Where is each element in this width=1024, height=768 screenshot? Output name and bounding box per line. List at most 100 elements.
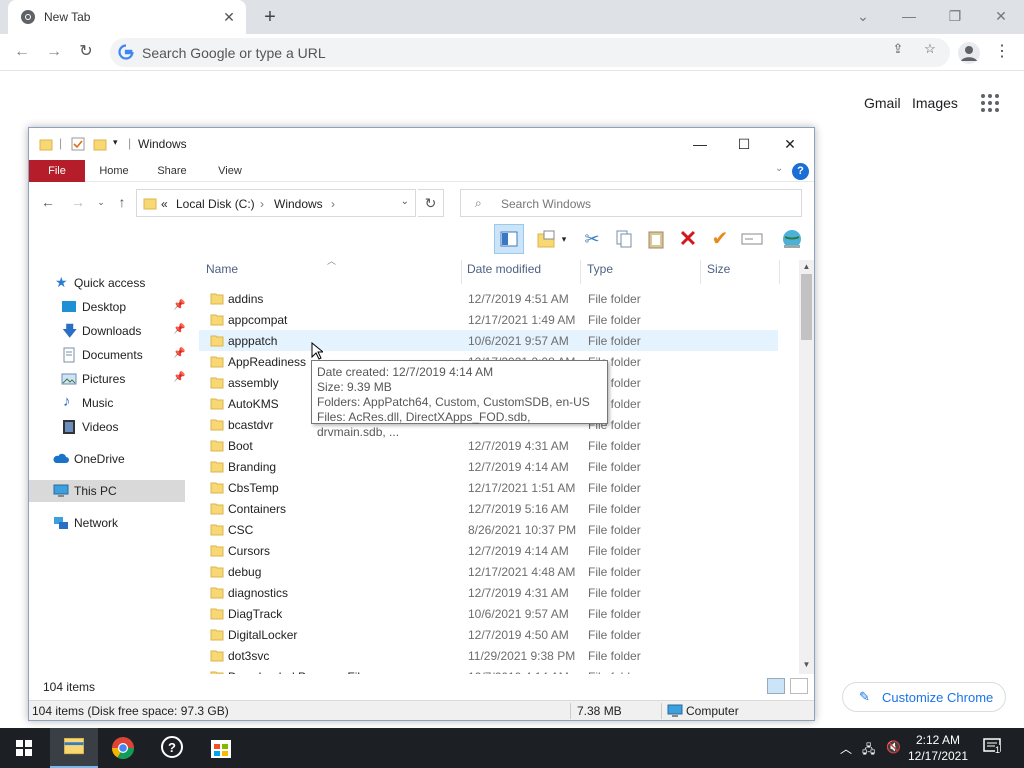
column-header-type[interactable]: Type	[587, 262, 613, 286]
taskbar-get-help[interactable]: ?	[148, 728, 196, 768]
column-header-date[interactable]: Date modified	[467, 262, 541, 286]
tab-search-icon[interactable]: ⌄	[851, 4, 875, 28]
table-row[interactable]: CSC 8/26/2021 10:37 PM File folder	[199, 519, 778, 540]
back-icon[interactable]: ←	[10, 40, 34, 64]
share-icon[interactable]: ⇪	[889, 40, 907, 58]
explorer-close-icon[interactable]: ✕	[776, 132, 804, 156]
help-icon[interactable]: ?	[792, 163, 809, 180]
preview-pane-icon[interactable]	[494, 224, 524, 254]
table-row[interactable]: Branding 12/7/2019 4:14 AM File folder	[199, 456, 778, 477]
profile-avatar-icon[interactable]	[958, 42, 980, 64]
table-row[interactable]: Cursors 12/7/2019 4:14 AM File folder	[199, 540, 778, 561]
address-bar[interactable]: « Local Disk (C:) › Windows › ⌄	[136, 189, 416, 217]
nav-desktop[interactable]: Desktop 📌	[29, 296, 189, 318]
breadcrumb-local-disk[interactable]: Local Disk (C:)	[176, 197, 255, 211]
forward-icon[interactable]: →	[42, 40, 66, 64]
customize-qat-icon[interactable]: ▾	[113, 137, 118, 148]
recent-locations-icon[interactable]: ⌄	[91, 192, 111, 212]
column-divider[interactable]	[461, 260, 462, 284]
large-icons-view-icon[interactable]	[790, 678, 808, 694]
address-dropdown-icon[interactable]: ⌄	[401, 196, 409, 207]
reload-icon[interactable]: ↻	[74, 40, 98, 64]
nav-pictures[interactable]: Pictures 📌	[29, 368, 189, 390]
taskbar-chrome[interactable]	[99, 728, 147, 768]
images-link[interactable]: Images	[912, 95, 958, 111]
refresh-icon[interactable]: ↻	[418, 189, 444, 217]
vertical-scrollbar[interactable]: ▲ ▼	[799, 260, 814, 674]
rename-check-icon[interactable]: ✔	[707, 226, 733, 252]
nav-videos[interactable]: Videos	[29, 416, 189, 438]
copy-icon[interactable]	[611, 226, 637, 252]
new-tab-button[interactable]: +	[258, 5, 282, 29]
explorer-maximize-icon[interactable]: ☐	[730, 132, 758, 156]
delete-icon[interactable]: ✕	[675, 226, 701, 252]
details-view-icon[interactable]	[767, 678, 785, 694]
bookmark-star-icon[interactable]: ☆	[921, 40, 939, 58]
search-input[interactable]: ⌕ Search Windows	[460, 189, 802, 217]
explorer-back-icon[interactable]: ←	[38, 192, 58, 212]
nav-quick-access[interactable]: ★ Quick access	[29, 272, 189, 294]
column-divider[interactable]	[700, 260, 701, 284]
table-row[interactable]: appcompat 12/17/2021 1:49 AM File folder	[199, 309, 778, 330]
properties-icon[interactable]	[533, 226, 559, 252]
nav-onedrive[interactable]: OneDrive	[29, 448, 189, 470]
pin-icon[interactable]: 📌	[173, 372, 185, 383]
table-row[interactable]: addins 12/7/2019 4:51 AM File folder	[199, 288, 778, 309]
tab-view[interactable]: View	[207, 160, 253, 182]
pin-icon[interactable]: 📌	[173, 324, 185, 335]
nav-music[interactable]: ♪ Music	[29, 392, 189, 414]
tab-home[interactable]: Home	[91, 160, 137, 182]
nav-this-pc[interactable]: This PC	[29, 480, 185, 502]
scroll-up-icon[interactable]: ▲	[801, 262, 812, 274]
cut-icon[interactable]: ✂	[579, 226, 605, 252]
table-row[interactable]: apppatch 10/6/2021 9:57 AM File folder	[199, 330, 778, 351]
column-divider[interactable]	[779, 260, 780, 284]
table-row[interactable]: DigitalLocker 12/7/2019 4:50 AM File folde…	[199, 624, 778, 645]
table-row[interactable]: dot3svc 11/29/2021 9:38 PM File folder	[199, 645, 778, 666]
notifications-icon[interactable]: 1	[983, 738, 1003, 756]
volume-muted-icon[interactable]: 🔇	[886, 740, 901, 754]
properties-dropdown-icon[interactable]: ▾	[557, 226, 571, 252]
tab-file[interactable]: File	[29, 160, 85, 182]
table-row[interactable]: DiagTrack 10/6/2021 9:57 AM File folder	[199, 603, 778, 624]
breadcrumb-separator-icon[interactable]: ›	[331, 197, 335, 211]
properties-check-icon[interactable]	[71, 137, 85, 151]
scroll-down-icon[interactable]: ▼	[801, 660, 812, 672]
pin-icon[interactable]: 📌	[173, 348, 185, 359]
minimize-icon[interactable]: —	[897, 4, 921, 28]
chrome-menu-icon[interactable]: ⋮	[994, 42, 1010, 64]
restore-icon[interactable]: ❐	[943, 4, 967, 28]
scroll-thumb[interactable]	[801, 274, 812, 340]
nav-documents[interactable]: Documents 📌	[29, 344, 189, 366]
column-header-size[interactable]: Size	[707, 262, 730, 286]
tab-share[interactable]: Share	[149, 160, 195, 182]
breadcrumb-separator-icon[interactable]: ›	[260, 197, 264, 211]
taskbar-file-explorer[interactable]	[50, 728, 98, 768]
tab-close-icon[interactable]: ✕	[220, 8, 238, 26]
up-folder-icon[interactable]: ↑	[112, 192, 132, 212]
breadcrumb-overflow[interactable]: «	[161, 197, 168, 211]
pin-icon[interactable]: 📌	[173, 300, 185, 311]
nav-downloads[interactable]: 🡇 Downloads 📌	[29, 320, 189, 342]
column-header-name[interactable]: Name	[206, 262, 238, 286]
table-row[interactable]: debug 12/17/2021 4:48 AM File folder	[199, 561, 778, 582]
explorer-minimize-icon[interactable]: —	[686, 132, 714, 156]
paste-icon[interactable]	[643, 226, 669, 252]
expand-ribbon-icon[interactable]: ⌄	[775, 163, 783, 174]
breadcrumb-windows[interactable]: Windows	[274, 197, 323, 211]
explorer-forward-icon[interactable]: →	[68, 192, 88, 212]
show-hidden-icons-icon[interactable]: ︿	[840, 740, 852, 757]
network-globe-icon[interactable]	[779, 226, 805, 252]
tab-new-tab[interactable]: New Tab ✕	[8, 0, 246, 34]
table-row[interactable]: Containers 12/7/2019 5:16 AM File folder	[199, 498, 778, 519]
gmail-link[interactable]: Gmail	[864, 95, 901, 111]
customize-chrome-button[interactable]: ✎ Customize Chrome	[842, 682, 1006, 712]
taskbar-clock[interactable]: 2:12 AM 12/17/2021	[906, 732, 970, 764]
network-tray-icon[interactable]: 🖧	[862, 740, 875, 761]
table-row[interactable]: diagnostics 12/7/2019 4:31 AM File folder	[199, 582, 778, 603]
table-row[interactable]: Downloaded Program Files12/7/2019 4:14 A…	[199, 666, 778, 674]
start-button[interactable]	[0, 728, 48, 768]
new-folder-icon[interactable]	[93, 137, 107, 151]
close-window-icon[interactable]: ✕	[989, 4, 1013, 28]
column-divider[interactable]	[580, 260, 581, 284]
